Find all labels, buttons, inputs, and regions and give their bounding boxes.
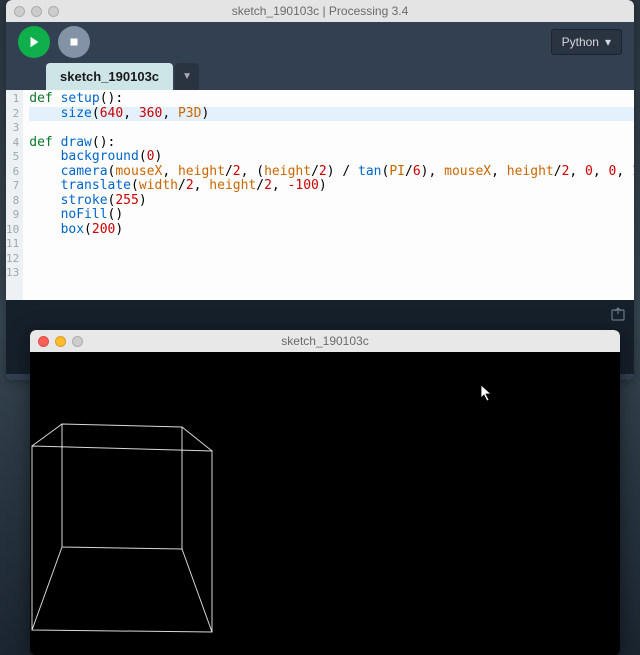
code-line[interactable]: translate(width/2, height/2, -100) [29,179,634,194]
tab-label: sketch_190103c [60,69,159,84]
minimize-icon[interactable] [31,6,42,17]
line-number: 7 [6,179,19,194]
chevron-down-icon: ▾ [605,35,611,49]
code-line[interactable]: def draw(): [29,136,634,151]
code-line[interactable]: def setup(): [29,92,634,107]
output-titlebar[interactable]: sketch_190103c [30,330,620,352]
tab-sketch[interactable]: sketch_190103c [46,63,173,90]
line-number: 4 [6,136,19,151]
code-line[interactable]: noFill() [29,208,634,223]
code-line[interactable]: stroke(255) [29,194,634,209]
cursor-icon [480,384,494,402]
run-button[interactable] [18,26,50,58]
export-icon[interactable] [610,306,626,322]
stop-icon [67,35,81,49]
line-number: 12 [6,252,19,267]
mode-selector[interactable]: Python ▾ [551,29,622,55]
line-number: 6 [6,165,19,180]
editor-titlebar[interactable]: sketch_190103c | Processing 3.4 [6,0,634,22]
mode-label: Python [562,35,599,49]
maximize-icon[interactable] [72,336,83,347]
code-line[interactable] [29,266,634,281]
minimize-icon[interactable] [55,336,66,347]
code-line[interactable]: box(200) [29,223,634,238]
line-number: 5 [6,150,19,165]
toolbar: Python ▾ [6,22,634,62]
output-title: sketch_190103c [30,334,620,348]
code-line[interactable] [29,237,634,252]
close-icon[interactable] [14,6,25,17]
line-gutter: 12345678910111213 [6,90,23,300]
editor-window: sketch_190103c | Processing 3.4 Python ▾… [6,0,634,380]
window-title: sketch_190103c | Processing 3.4 [6,4,634,18]
code-line[interactable]: camera(mouseX, height/2, (height/2) / ta… [29,165,634,180]
code-line[interactable] [29,121,634,136]
wireframe-cube [30,352,620,655]
code-line[interactable] [29,252,634,267]
line-number: 3 [6,121,19,136]
traffic-lights [38,336,83,347]
code-editor[interactable]: 12345678910111213 def setup(): size(640,… [6,90,634,300]
line-number: 2 [6,107,19,122]
line-number: 1 [6,92,19,107]
maximize-icon[interactable] [48,6,59,17]
tab-bar: sketch_190103c ▼ [6,62,634,90]
line-number: 11 [6,237,19,252]
line-number: 13 [6,266,19,281]
line-number: 10 [6,223,19,238]
output-window: sketch_190103c [30,330,620,655]
play-icon [27,35,41,49]
output-canvas [30,352,620,655]
line-number: 9 [6,208,19,223]
stop-button[interactable] [58,26,90,58]
code-line[interactable]: background(0) [29,150,634,165]
code-line[interactable]: size(640, 360, P3D) [29,107,634,122]
chevron-down-icon: ▼ [182,71,192,82]
line-number: 8 [6,194,19,209]
code-content[interactable]: def setup(): size(640, 360, P3D) def draw… [23,90,634,300]
traffic-lights [14,6,59,17]
toolbar-left-group [18,26,90,58]
close-icon[interactable] [38,336,49,347]
tab-menu-button[interactable]: ▼ [175,63,199,90]
